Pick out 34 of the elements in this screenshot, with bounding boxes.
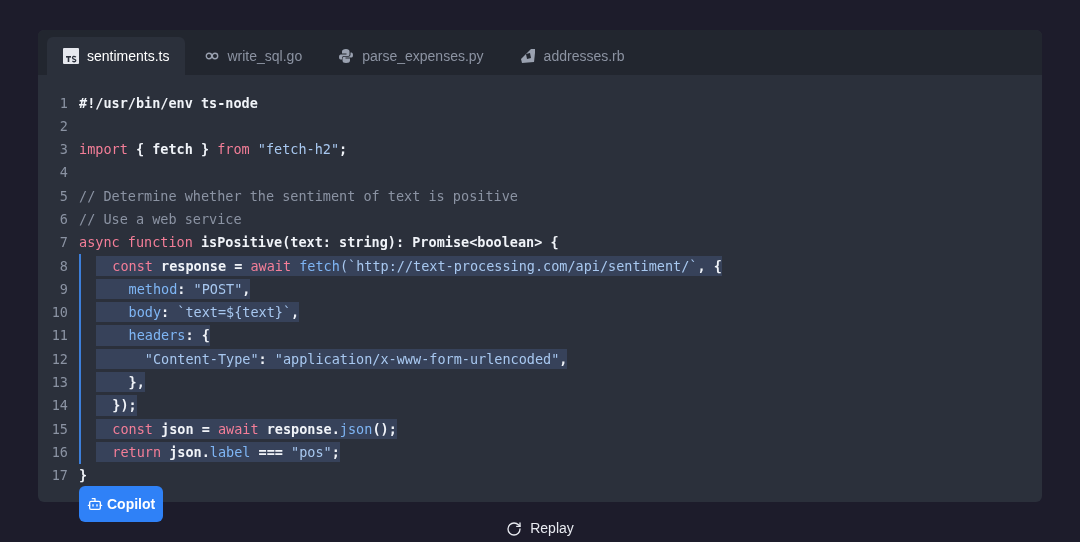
- copilot-icon: [87, 496, 103, 512]
- line-number: 3: [58, 140, 69, 160]
- code-line: #!/usr/bin/env ts-node: [79, 93, 258, 113]
- line-number: 6: [58, 210, 69, 229]
- line-number: 10: [50, 303, 69, 323]
- code-line: // Determine whether the sentiment of text is positive: [79, 186, 518, 206]
- line-number: 12: [50, 349, 69, 369]
- copilot-badge: Copilot: [79, 486, 164, 522]
- replay-icon: [506, 520, 523, 537]
- line-number: 16: [50, 442, 69, 462]
- line-number: 7: [58, 233, 69, 253]
- line-number: 5: [58, 186, 69, 206]
- code-line: async function isPositive(text: string): Promise<boolean> {: [79, 233, 559, 253]
- line-number: 17: [50, 466, 69, 486]
- line-number: 11: [50, 326, 69, 346]
- code-line: }: [79, 466, 88, 486]
- line-number: 13: [50, 373, 69, 393]
- line-number: 9: [58, 279, 69, 299]
- line-number: 8: [58, 256, 69, 276]
- file-tab[interactable]: sentiments.ts: [47, 37, 186, 75]
- go-icon: [205, 52, 220, 60]
- line-number: 2: [58, 116, 69, 136]
- typescript-icon: [63, 48, 79, 64]
- file-tab[interactable]: addresses.rb: [503, 37, 641, 75]
- replay-button[interactable]: Replay: [506, 518, 574, 539]
- code-line: import { fetch } from "fetch-h2";: [79, 140, 348, 160]
- line-number: 14: [50, 396, 69, 416]
- file-tab[interactable]: parse_expenses.py: [322, 37, 500, 75]
- line-number: 15: [50, 419, 69, 439]
- line-number: 4: [58, 163, 69, 183]
- code-line: // Use a web service: [79, 210, 242, 229]
- file-tab[interactable]: write_sql.go: [189, 37, 319, 75]
- python-icon: [338, 48, 355, 64]
- line-number: 1: [58, 93, 69, 113]
